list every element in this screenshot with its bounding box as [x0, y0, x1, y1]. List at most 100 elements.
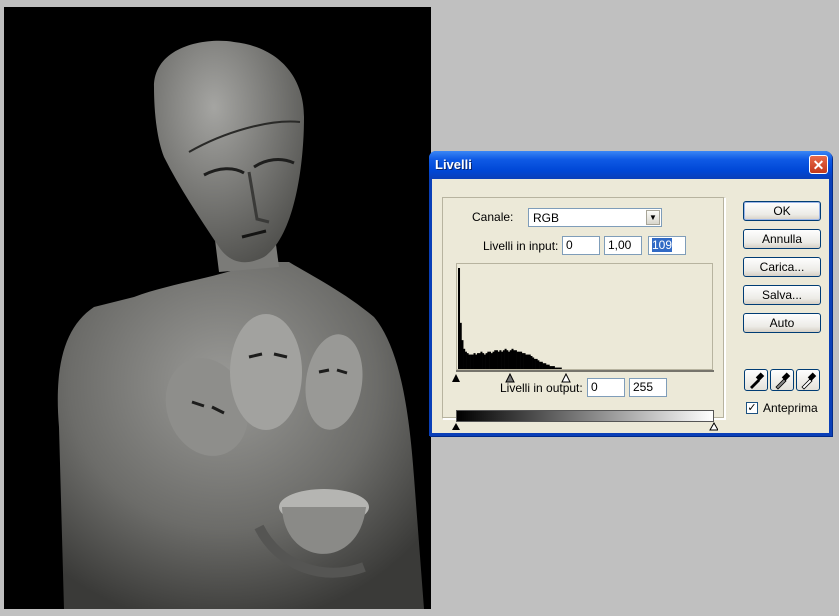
output-black-value: 0: [591, 380, 598, 394]
channel-value: RGB: [533, 211, 560, 225]
histogram-bar: [485, 353, 488, 369]
black-eyedropper-icon[interactable]: [744, 369, 768, 391]
sculpture-photo: [57, 40, 425, 609]
preview-label: Anteprima: [763, 401, 818, 415]
histogram-bar: [459, 322, 462, 369]
histogram-bar: [476, 353, 479, 369]
input-black-value: 0: [566, 238, 573, 252]
output-white-field[interactable]: 255: [629, 378, 667, 397]
levels-dialog: Livelli ✕ Canale: RGB ▼ Livelli in input…: [429, 151, 832, 436]
histogram-bar: [559, 367, 562, 369]
histogram-bar: [470, 354, 473, 369]
dialog-title: Livelli: [435, 157, 472, 172]
histogram-bar: [458, 268, 461, 369]
histogram-bar: [497, 351, 500, 369]
histogram-graph: [458, 268, 562, 369]
histogram-bar: [489, 351, 492, 369]
histogram-bar: [461, 340, 464, 369]
histogram-bar: [490, 353, 493, 369]
histogram-bar: [523, 353, 526, 369]
histogram-bar: [549, 366, 552, 369]
document-image: [4, 7, 431, 609]
histogram-bar: [528, 354, 531, 369]
close-icon[interactable]: ✕: [809, 155, 828, 174]
histogram-bar: [502, 350, 505, 369]
histogram-bar: [508, 351, 511, 369]
load-button[interactable]: Carica...: [743, 257, 821, 277]
input-black-field[interactable]: 0: [562, 236, 600, 255]
input-levels-label: Livelli in input:: [483, 239, 559, 253]
histogram-bar: [530, 356, 533, 369]
white-eyedropper-icon[interactable]: [796, 369, 820, 391]
histogram-bar: [537, 360, 540, 369]
output-black-field[interactable]: 0: [587, 378, 625, 397]
channel-label: Canale:: [472, 210, 514, 224]
chevron-down-icon[interactable]: ▼: [646, 210, 660, 225]
histogram-bar: [533, 358, 536, 369]
histogram-bar: [475, 354, 478, 369]
histogram-bar: [494, 350, 497, 369]
channel-select[interactable]: RGB ▼: [528, 208, 662, 227]
output-white-value: 255: [633, 380, 654, 394]
histogram-bar: [552, 366, 555, 369]
histogram-bar: [506, 350, 509, 369]
input-black-handle: [452, 374, 460, 382]
input-white-value: 109: [652, 238, 673, 252]
histogram: [456, 263, 713, 370]
input-white-field[interactable]: 109: [648, 236, 686, 255]
histogram-bar: [514, 350, 517, 369]
histogram-bar: [473, 353, 476, 369]
histogram-bar: [482, 353, 485, 369]
input-gamma-field[interactable]: 1,00: [604, 236, 642, 255]
levels-group: Canale: RGB ▼ Livelli in input: 0 1,00 1…: [442, 197, 725, 431]
histogram-bar: [487, 351, 490, 369]
histogram-bar: [539, 361, 542, 369]
histogram-bar: [501, 351, 504, 369]
histogram-bar: [483, 354, 486, 369]
histogram-bar: [547, 364, 550, 369]
input-slider[interactable]: [452, 370, 718, 384]
input-gamma-value: 1,00: [608, 238, 632, 252]
histogram-bar: [478, 353, 481, 369]
histogram-bar: [480, 351, 483, 369]
preview-checkbox[interactable]: ✓: [746, 402, 758, 414]
gray-eyedropper-icon[interactable]: [770, 369, 794, 391]
histogram-bar: [554, 367, 557, 369]
histogram-bar: [511, 348, 514, 369]
histogram-bar: [463, 348, 466, 369]
histogram-bar: [495, 350, 498, 369]
histogram-bar: [471, 354, 474, 369]
histogram-bar: [532, 357, 535, 369]
histogram-bar: [518, 351, 521, 369]
histogram-bar: [492, 351, 495, 369]
ok-button[interactable]: OK: [743, 201, 821, 221]
histogram-bar: [466, 353, 469, 369]
histogram-bar: [527, 354, 530, 369]
dialog-titlebar[interactable]: Livelli ✕: [429, 151, 832, 179]
output-white-handle: [709, 422, 718, 431]
histogram-bar: [544, 363, 547, 369]
auto-button[interactable]: Auto: [743, 313, 821, 333]
histogram-bar: [556, 367, 559, 369]
histogram-bar: [520, 351, 523, 369]
histogram-bar: [535, 358, 538, 369]
histogram-bar: [525, 354, 528, 369]
output-slider[interactable]: [452, 422, 718, 432]
histogram-bar: [521, 353, 524, 369]
histogram-bar: [499, 350, 502, 369]
output-black-handle: [452, 423, 460, 430]
histogram-bar: [545, 364, 548, 369]
histogram-bar: [542, 363, 545, 369]
histogram-bar: [468, 354, 471, 369]
histogram-bar: [558, 367, 561, 369]
histogram-bar: [504, 348, 507, 369]
histogram-bar: [464, 351, 467, 369]
cancel-button[interactable]: Annulla: [743, 229, 821, 249]
output-gradient: [456, 410, 714, 422]
dialog-client: Canale: RGB ▼ Livelli in input: 0 1,00 1…: [432, 179, 829, 433]
histogram-bar: [551, 366, 554, 369]
histogram-bar: [516, 351, 519, 369]
histogram-bar: [540, 361, 543, 369]
save-button[interactable]: Salva...: [743, 285, 821, 305]
histogram-bar: [513, 350, 516, 369]
